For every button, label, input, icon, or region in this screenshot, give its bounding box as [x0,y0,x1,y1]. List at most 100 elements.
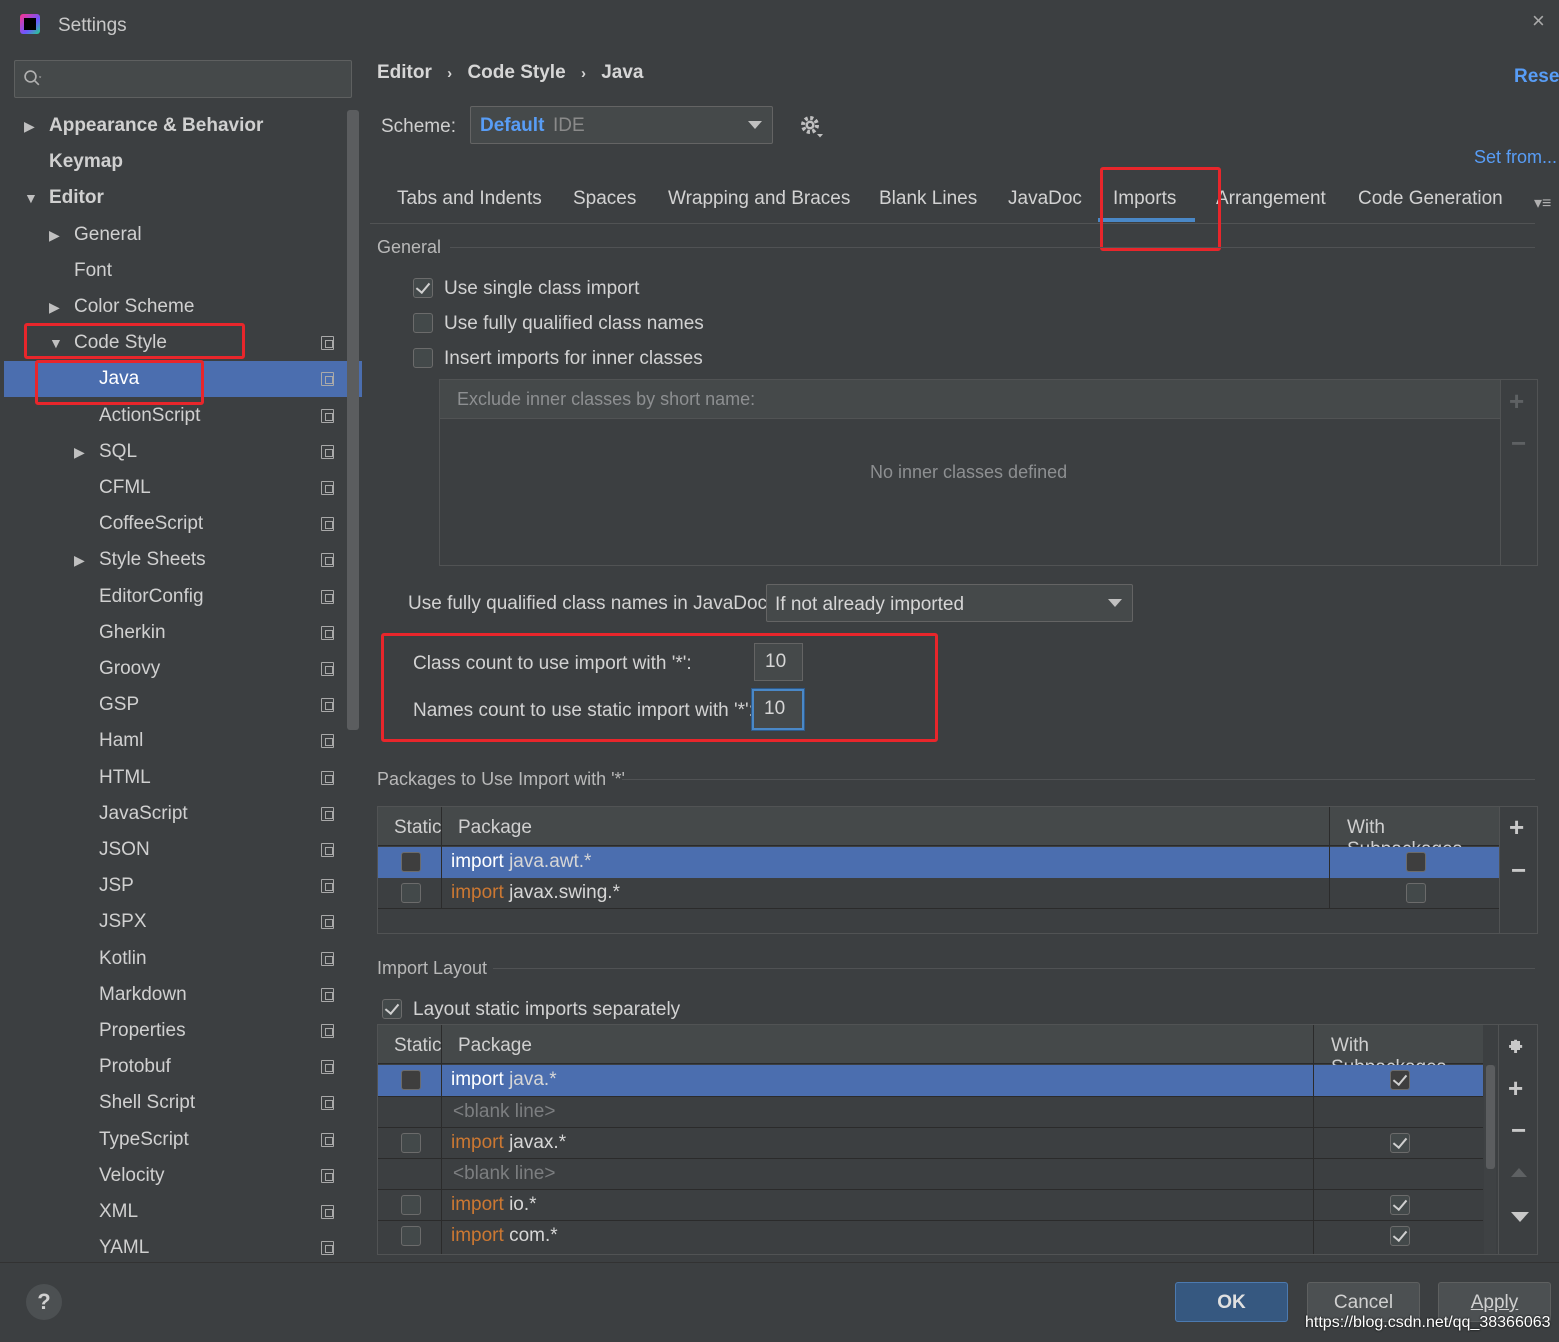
collapsed-arrow-icon[interactable]: ▶ [74,542,85,578]
javadoc-fq-dropdown[interactable]: If not already imported [766,584,1133,622]
table-row[interactable]: import java.* [378,1065,1483,1096]
add-icon: + [1509,386,1525,416]
tab-javadoc[interactable]: JavaDoc [1008,188,1082,210]
tabs-divider [370,223,1535,224]
project-scheme-icon [321,951,334,966]
sidebar-item-editor[interactable]: ▼ Editor [4,180,362,216]
sidebar-item-jsp[interactable]: JSP [4,868,362,904]
table-row[interactable]: import java.awt.* [378,847,1499,878]
table-row[interactable]: import javax.* [378,1128,1483,1159]
project-scheme-icon [321,517,334,532]
sidebar-item-jspx[interactable]: JSPX [4,904,362,940]
sidebar-scrollbar[interactable] [347,110,359,730]
set-from-link[interactable]: Set from... [1474,147,1557,168]
layout-scrollbar[interactable] [1486,1065,1495,1169]
ok-button[interactable]: OK [1175,1282,1288,1322]
sidebar-item-cfml[interactable]: CFML [4,470,362,506]
scheme-dropdown[interactable]: Default IDE [470,106,773,144]
sidebar-item-coffeescript[interactable]: CoffeeScript [4,506,362,542]
tab-blank-lines[interactable]: Blank Lines [879,188,977,210]
collapsed-arrow-icon[interactable]: ▶ [49,217,60,253]
subpackages-checkbox[interactable] [1390,1133,1410,1153]
insert-inner-imports-checkbox[interactable] [413,348,433,368]
sidebar-item-editorconfig[interactable]: EditorConfig [4,579,362,615]
sidebar-item-properties[interactable]: Properties [4,1013,362,1049]
sidebar-item-haml[interactable]: Haml [4,723,362,759]
sidebar-item-sql[interactable]: ▶ SQL [4,434,362,470]
sidebar-item-velocity[interactable]: Velocity [4,1158,362,1194]
sidebar-item-label: Kotlin [99,947,147,969]
tab-wrapping-and-braces[interactable]: Wrapping and Braces [668,188,850,210]
static-checkbox[interactable] [401,852,421,872]
breadcrumb-code-style[interactable]: Code Style [467,62,565,83]
subpackages-checkbox[interactable] [1406,852,1426,872]
collapsed-arrow-icon[interactable]: ▶ [24,108,35,144]
expanded-arrow-icon[interactable]: ▼ [24,180,38,216]
project-scheme-icon [321,1241,334,1256]
breadcrumb-editor[interactable]: Editor [377,62,432,83]
project-scheme-icon [321,734,334,749]
subpackages-checkbox[interactable] [1390,1070,1410,1090]
static-checkbox[interactable] [401,883,421,903]
remove-icon[interactable]: − [1511,1115,1526,1146]
close-button[interactable]: × [1532,8,1545,34]
table-row[interactable]: import com.* [378,1221,1483,1252]
project-scheme-icon [321,444,334,459]
search-input[interactable] [14,60,352,98]
use-single-class-import-label: Use single class import [444,278,640,299]
package-cell: import java.* [451,1069,557,1090]
move-down-icon[interactable] [1511,1212,1529,1222]
subpackages-checkbox[interactable] [1390,1226,1410,1246]
sidebar-item-shell-script[interactable]: Shell Script [4,1085,362,1121]
sidebar-item-style-sheets[interactable]: ▶ Style Sheets [4,542,362,578]
subpackages-checkbox[interactable] [1390,1195,1410,1215]
sidebar-item-groovy[interactable]: Groovy [4,651,362,687]
highlight-code-style [24,323,245,359]
reset-link[interactable]: Reset [1514,66,1559,88]
add-blank-line-icon[interactable]: + [1508,1073,1523,1104]
sidebar-item-font[interactable]: Font [4,253,362,289]
sidebar-item-label: Font [74,259,113,281]
tab-arrangement[interactable]: Arrangement [1216,188,1326,210]
static-checkbox[interactable] [401,1195,421,1215]
help-button[interactable]: ? [26,1284,62,1320]
table-row[interactable]: <blank line> [378,1159,1483,1190]
tab-code-generation[interactable]: Code Generation [1358,188,1503,210]
project-scheme-icon [321,336,334,351]
static-checkbox[interactable] [401,1133,421,1153]
sidebar-item-kotlin[interactable]: Kotlin [4,941,362,977]
sidebar-item-javascript[interactable]: JavaScript [4,796,362,832]
sidebar-item-keymap[interactable]: Keymap [4,144,362,180]
remove-icon[interactable]: − [1511,855,1526,886]
table-row[interactable]: import io.* [378,1190,1483,1221]
static-checkbox[interactable] [401,1226,421,1246]
sidebar-item-color-scheme[interactable]: ▶ Color Scheme [4,289,362,325]
sidebar-item-gsp[interactable]: GSP [4,687,362,723]
use-single-class-import-checkbox[interactable] [413,278,433,298]
tabs-overflow-icon[interactable]: ▾≡ [1534,193,1551,213]
sidebar-item-json[interactable]: JSON [4,832,362,868]
sidebar-item-yaml[interactable]: YAML [4,1230,362,1266]
table-row[interactable]: <blank line> [378,1097,1483,1128]
sidebar-item-html[interactable]: HTML [4,760,362,796]
sidebar-item-appearance-behavior[interactable]: ▶ Appearance & Behavior [4,108,362,144]
sidebar-item-gherkin[interactable]: Gherkin [4,615,362,651]
tab-tabs-and-indents[interactable]: Tabs and Indents [397,188,542,210]
use-fully-qualified-checkbox[interactable] [413,313,433,333]
layout-static-separately-checkbox[interactable] [382,999,402,1019]
sidebar-item-general[interactable]: ▶ General [4,217,362,253]
sidebar-item-markdown[interactable]: Markdown [4,977,362,1013]
add-icon[interactable]: + [1509,812,1524,843]
sidebar-item-xml[interactable]: XML [4,1194,362,1230]
sidebar-item-protobuf[interactable]: Protobuf [4,1049,362,1085]
table-header: Static Package With Subpackages [378,807,1499,860]
sidebar-item-typescript[interactable]: TypeScript [4,1122,362,1158]
tab-spaces[interactable]: Spaces [573,188,636,210]
gear-icon[interactable] [798,113,826,141]
subpackages-checkbox[interactable] [1406,883,1426,903]
sidebar-item-label: GSP [99,694,140,716]
static-checkbox[interactable] [401,1070,421,1090]
collapsed-arrow-icon[interactable]: ▶ [74,434,85,470]
table-row[interactable]: import javax.swing.* [378,878,1499,909]
collapsed-arrow-icon[interactable]: ▶ [49,289,60,325]
